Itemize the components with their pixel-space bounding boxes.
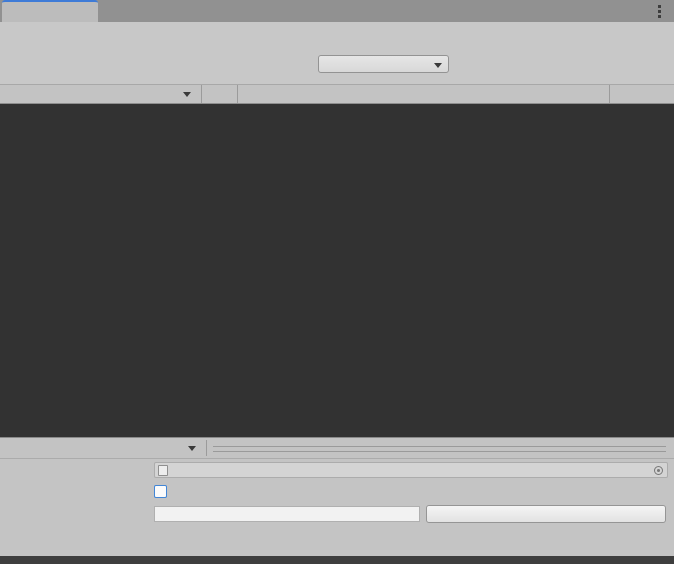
tile-palette-grid[interactable]	[0, 104, 674, 437]
z-position-input[interactable]	[154, 506, 420, 522]
brush-inspector	[0, 459, 674, 556]
csharp-script-icon	[158, 465, 168, 476]
gizmos-button[interactable]	[609, 85, 674, 103]
tile-palette-window	[0, 0, 674, 564]
palette-dropdown[interactable]	[0, 85, 202, 103]
palette-bar-spacer	[238, 85, 609, 103]
object-picker-icon[interactable]	[654, 466, 663, 475]
can-change-z-checkbox[interactable]	[154, 485, 167, 498]
chevron-down-icon	[434, 63, 442, 68]
kebab-menu-icon[interactable]	[658, 5, 661, 20]
reset-button[interactable]	[426, 505, 666, 523]
edit-button[interactable]	[202, 85, 238, 103]
palette-bar	[0, 84, 674, 104]
chevron-down-icon	[183, 92, 191, 97]
brush-bar	[0, 437, 674, 459]
tab-bar	[0, 0, 674, 22]
grip-line	[213, 451, 666, 452]
separator	[206, 440, 207, 456]
window-bottom-strip	[0, 556, 674, 564]
active-tilemap-dropdown[interactable]	[318, 55, 449, 73]
tab-tile-palette[interactable]	[2, 0, 98, 22]
chevron-down-icon	[188, 446, 196, 451]
grip-line	[213, 446, 666, 447]
script-object-field	[154, 462, 668, 478]
